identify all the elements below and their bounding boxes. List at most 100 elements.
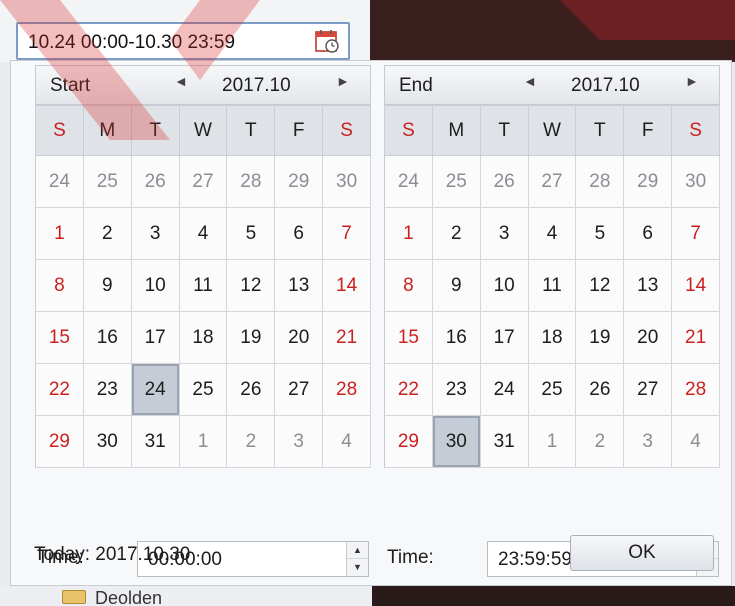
end-day-cell[interactable]: 20 [624, 312, 673, 364]
end-day-cell[interactable]: 16 [432, 312, 481, 364]
start-day-cell[interactable]: 27 [179, 156, 228, 208]
start-time-up-icon[interactable]: ▲ [347, 542, 368, 559]
end-day-cell[interactable]: 3 [624, 416, 673, 468]
start-day-cell[interactable]: 26 [227, 364, 276, 416]
start-day-cell[interactable]: 25 [83, 156, 132, 208]
end-weekday-header: M [432, 106, 481, 156]
end-day-cell[interactable]: 22 [385, 364, 433, 416]
start-day-cell[interactable]: 19 [227, 312, 276, 364]
start-day-cell[interactable]: 28 [227, 156, 276, 208]
end-day-cell[interactable]: 1 [385, 208, 433, 260]
start-day-cell[interactable]: 25 [179, 364, 228, 416]
start-day-cell[interactable]: 4 [179, 208, 228, 260]
end-day-cell[interactable]: 17 [480, 312, 529, 364]
end-day-cell[interactable]: 14 [672, 260, 720, 312]
start-day-cell[interactable]: 1 [36, 208, 84, 260]
start-day-cell[interactable]: 24 [131, 364, 180, 416]
end-day-cell[interactable]: 18 [528, 312, 577, 364]
end-day-cell[interactable]: 11 [528, 260, 577, 312]
end-day-cell[interactable]: 4 [528, 208, 577, 260]
end-day-cell[interactable]: 25 [432, 156, 481, 208]
end-day-cell[interactable]: 2 [576, 416, 625, 468]
end-day-cell[interactable]: 5 [576, 208, 625, 260]
start-day-cell[interactable]: 5 [227, 208, 276, 260]
start-day-cell[interactable]: 23 [83, 364, 132, 416]
end-day-cell[interactable]: 26 [480, 156, 529, 208]
start-day-cell[interactable]: 21 [323, 312, 371, 364]
end-day-cell[interactable]: 24 [385, 156, 433, 208]
start-day-cell[interactable]: 29 [36, 416, 84, 468]
end-day-cell[interactable]: 25 [528, 364, 577, 416]
end-prev-month-icon[interactable]: ◄ [523, 73, 537, 89]
start-day-cell[interactable]: 31 [131, 416, 180, 468]
start-next-month-icon[interactable]: ► [336, 73, 350, 89]
start-day-cell[interactable]: 29 [275, 156, 324, 208]
end-calendar: End ◄ 2017.10 ► S M T W T F S 24 25 26 27 28 29 30 1 2 3… [384, 65, 720, 468]
start-day-cell[interactable]: 3 [131, 208, 180, 260]
end-day-cell[interactable]: 26 [576, 364, 625, 416]
end-day-cell[interactable]: 7 [672, 208, 720, 260]
end-day-cell[interactable]: 21 [672, 312, 720, 364]
start-day-cell[interactable]: 12 [227, 260, 276, 312]
start-day-cell[interactable]: 4 [323, 416, 371, 468]
start-day-cell[interactable]: 30 [83, 416, 132, 468]
end-day-cell[interactable]: 6 [624, 208, 673, 260]
end-day-cell[interactable]: 1 [528, 416, 577, 468]
end-day-cell[interactable]: 12 [576, 260, 625, 312]
end-day-cell[interactable]: 13 [624, 260, 673, 312]
start-day-cell[interactable]: 27 [275, 364, 324, 416]
end-day-cell[interactable]: 3 [480, 208, 529, 260]
date-range-input[interactable]: 10.24 00:00-10.30 23:59 [16, 22, 350, 60]
start-day-cell[interactable]: 20 [275, 312, 324, 364]
start-day-cell[interactable]: 1 [179, 416, 228, 468]
end-day-cell[interactable]: 30 [672, 156, 720, 208]
end-day-cell[interactable]: 19 [576, 312, 625, 364]
start-day-cell[interactable]: 9 [83, 260, 132, 312]
end-label: End [399, 75, 433, 96]
start-day-cell[interactable]: 3 [275, 416, 324, 468]
folder-label[interactable]: Deolden [95, 588, 162, 606]
end-day-cell[interactable]: 29 [385, 416, 433, 468]
calendar-icon[interactable] [314, 28, 340, 54]
end-day-cell[interactable]: 23 [432, 364, 481, 416]
start-day-cell[interactable]: 10 [131, 260, 180, 312]
end-day-cell[interactable]: 2 [432, 208, 481, 260]
start-day-cell[interactable]: 24 [36, 156, 84, 208]
start-day-cell[interactable]: 11 [179, 260, 228, 312]
start-day-cell[interactable]: 16 [83, 312, 132, 364]
start-day-cell[interactable]: 13 [275, 260, 324, 312]
end-day-cell[interactable]: 24 [480, 364, 529, 416]
start-day-cell[interactable]: 26 [131, 156, 180, 208]
end-day-cell[interactable]: 28 [672, 364, 720, 416]
start-prev-month-icon[interactable]: ◄ [174, 73, 188, 89]
end-day-cell[interactable]: 28 [576, 156, 625, 208]
ok-button[interactable]: OK [570, 535, 714, 571]
end-day-cell[interactable]: 30 [432, 416, 481, 468]
end-day-cell[interactable]: 9 [432, 260, 481, 312]
start-day-cell[interactable]: 2 [83, 208, 132, 260]
end-day-cell[interactable]: 31 [480, 416, 529, 468]
start-day-cell[interactable]: 28 [323, 364, 371, 416]
end-next-month-icon[interactable]: ► [685, 73, 699, 89]
end-day-cell[interactable]: 15 [385, 312, 433, 364]
date-range-popup: Start ◄ 2017.10 ► S M T W T F S 24 25 26 27 28 29 30 1… [10, 60, 732, 586]
start-day-cell[interactable]: 30 [323, 156, 371, 208]
start-weekday-header: W [179, 106, 228, 156]
end-day-cell[interactable]: 4 [672, 416, 720, 468]
start-day-cell[interactable]: 7 [323, 208, 371, 260]
start-day-cell[interactable]: 15 [36, 312, 84, 364]
start-day-cell[interactable]: 18 [179, 312, 228, 364]
start-time-down-icon[interactable]: ▼ [347, 559, 368, 576]
end-day-cell[interactable]: 10 [480, 260, 529, 312]
start-day-cell[interactable]: 17 [131, 312, 180, 364]
start-day-cell[interactable]: 8 [36, 260, 84, 312]
end-day-cell[interactable]: 27 [528, 156, 577, 208]
end-day-cell[interactable]: 8 [385, 260, 433, 312]
end-day-cell[interactable]: 27 [624, 364, 673, 416]
start-weekday-header: M [83, 106, 132, 156]
start-day-cell[interactable]: 6 [275, 208, 324, 260]
start-day-cell[interactable]: 22 [36, 364, 84, 416]
start-day-cell[interactable]: 14 [323, 260, 371, 312]
end-day-cell[interactable]: 29 [624, 156, 673, 208]
start-day-cell[interactable]: 2 [227, 416, 276, 468]
